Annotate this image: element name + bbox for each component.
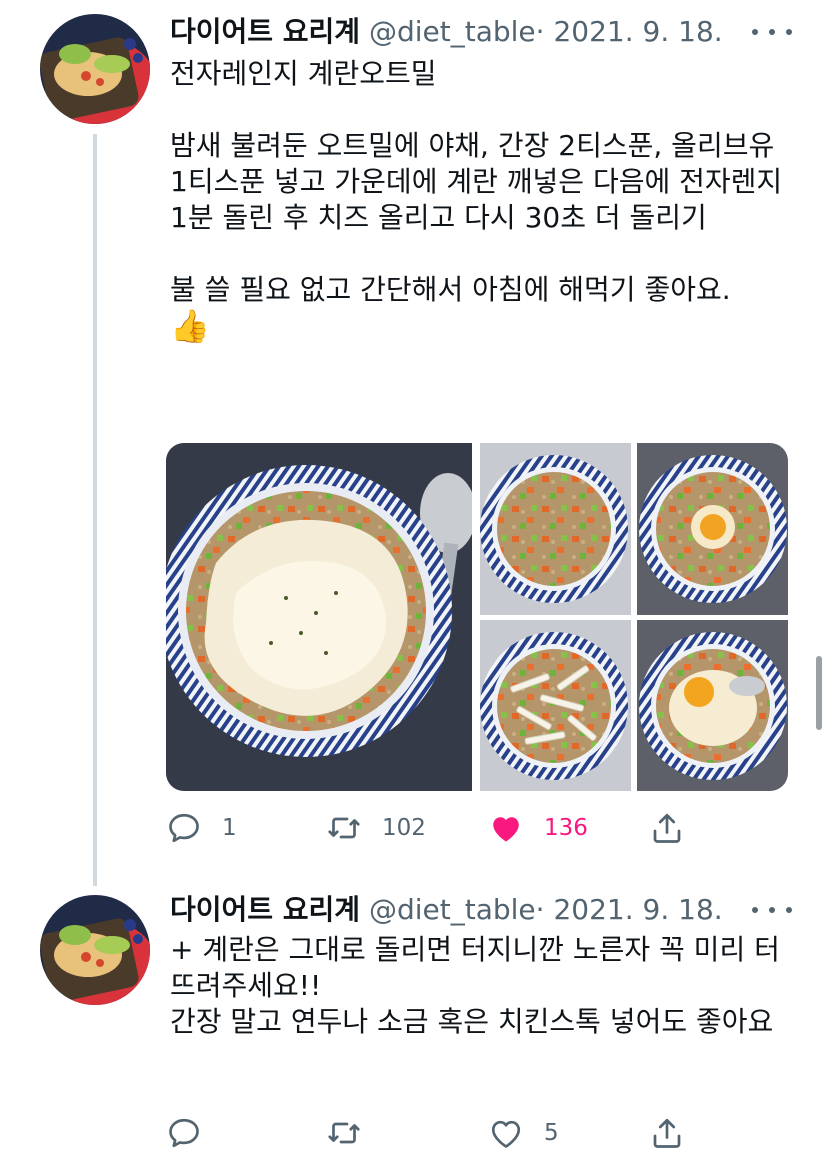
tweet-actions: 5 [166, 1113, 706, 1153]
photo-step-2[interactable] [637, 443, 788, 615]
author-handle[interactable]: @diet_table [369, 15, 536, 48]
photo-step-4[interactable] [637, 620, 788, 791]
author-name[interactable]: 다이어트 요리계 [170, 893, 360, 926]
reply-count: 1 [222, 815, 237, 841]
like-button[interactable]: 5 [488, 1113, 559, 1153]
thumbs-up-emoji: 👍 [170, 307, 210, 345]
retweet-button[interactable] [326, 1113, 362, 1153]
like-count: 5 [544, 1120, 559, 1146]
tweet-date[interactable]: 2021. 9. 18. [553, 893, 722, 926]
photo-step-1[interactable] [480, 443, 631, 615]
share-button[interactable] [649, 808, 685, 848]
thread-line [93, 134, 97, 886]
photo-main[interactable] [166, 443, 472, 791]
author-handle[interactable]: @diet_table [369, 893, 536, 926]
author-name[interactable]: 다이어트 요리계 [170, 15, 360, 48]
tweet-body: 전자레인지 계란오트밀 밤새 불려둔 오트밀에 야채, 간장 2티스푼, 올리브… [170, 57, 783, 306]
retweet-icon [328, 1122, 360, 1144]
share-icon [653, 1118, 681, 1148]
more-icon[interactable] [752, 22, 792, 42]
avatar[interactable] [40, 14, 150, 124]
like-count: 136 [544, 815, 588, 841]
tweet-text: 전자레인지 계란오트밀 밤새 불려둔 오트밀에 야채, 간장 2티스푼, 올리브… [170, 56, 800, 346]
like-button[interactable]: 136 [488, 808, 588, 848]
tweet-header: 다이어트 요리계 @diet_table· 2021. 9. 18. [170, 14, 723, 50]
heart-icon [491, 1120, 521, 1148]
avatar[interactable] [40, 895, 150, 1005]
tweet-text: + 계란은 그대로 돌리면 터지니깐 노른자 꼭 미리 터뜨려주세요!! 간장 … [170, 933, 780, 1038]
reply-button[interactable] [166, 1113, 202, 1153]
heart-icon [493, 817, 519, 842]
separator: · [535, 893, 545, 926]
reply-button[interactable]: 1 [166, 808, 237, 848]
more-icon[interactable] [752, 900, 792, 920]
retweet-count: 102 [382, 815, 426, 841]
tweet-header: 다이어트 요리계 @diet_table· 2021. 9. 18. [170, 892, 723, 928]
separator: · [535, 15, 545, 48]
photo-step-3[interactable] [480, 620, 631, 791]
scrollbar[interactable] [816, 656, 822, 730]
retweet-button[interactable]: 102 [326, 808, 426, 848]
media-grid [166, 443, 788, 791]
share-button[interactable] [649, 1113, 685, 1153]
tweet-date[interactable]: 2021. 9. 18. [553, 15, 722, 48]
reply-icon [169, 1118, 199, 1148]
retweet-icon [328, 817, 360, 839]
reply-icon [169, 813, 199, 843]
share-icon [653, 813, 681, 843]
tweet-actions: 1 102 136 [166, 808, 706, 848]
